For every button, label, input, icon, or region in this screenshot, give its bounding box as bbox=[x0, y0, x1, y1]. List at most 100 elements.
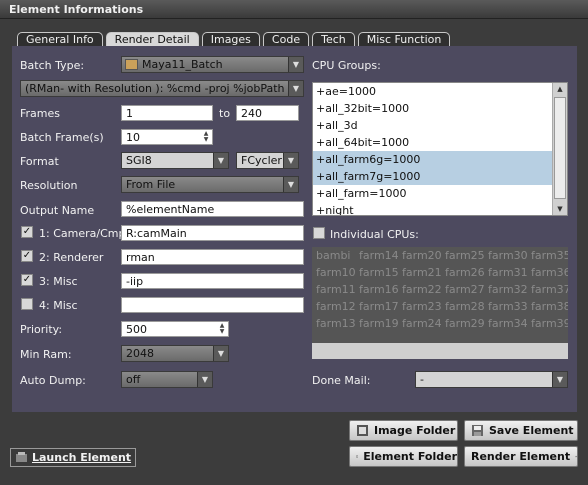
render-element-button[interactable]: Render Element bbox=[464, 446, 578, 467]
spin-arrows-icon[interactable]: ▲ ▼ bbox=[217, 323, 227, 336]
cpu-item[interactable]: farm22 bbox=[400, 283, 443, 300]
cpu-item[interactable]: farm29 bbox=[443, 317, 486, 334]
cpu-item[interactable]: farm27 bbox=[443, 283, 486, 300]
tab-images[interactable]: Images bbox=[201, 32, 260, 46]
tab-render-detail[interactable]: Render Detail bbox=[105, 32, 199, 46]
cpu-item[interactable]: farm35 bbox=[529, 249, 568, 266]
dropdown-arrow-icon: ▼ bbox=[288, 57, 303, 72]
resolution-select[interactable]: From File ▼ bbox=[121, 176, 299, 193]
cpu-groups-scrollbar[interactable]: ▲ ▼ bbox=[552, 83, 567, 215]
list-item[interactable]: +all_32bit=1000 bbox=[313, 100, 567, 117]
batch-type-label: Batch Type: bbox=[20, 59, 85, 72]
resolution-value: From File bbox=[126, 178, 176, 191]
misc4-input[interactable] bbox=[121, 297, 304, 313]
cpu-item[interactable]: farm30 bbox=[486, 249, 529, 266]
cpu-item[interactable]: farm11 bbox=[314, 283, 357, 300]
cpu-item[interactable]: farm33 bbox=[486, 300, 529, 317]
cpu-item[interactable]: farm32 bbox=[486, 283, 529, 300]
save-element-button[interactable]: Save Element bbox=[464, 420, 578, 441]
cpu-item[interactable]: farm21 bbox=[400, 266, 443, 283]
cpu-item[interactable]: farm19 bbox=[357, 317, 400, 334]
scroll-down-icon[interactable]: ▼ bbox=[553, 203, 567, 215]
cpu-item[interactable]: farm36 bbox=[529, 266, 568, 283]
cpu-item[interactable]: farm17 bbox=[357, 300, 400, 317]
tab-misc-function[interactable]: Misc Function bbox=[357, 32, 451, 46]
renderer-label: 2: Renderer bbox=[39, 251, 104, 264]
save-icon bbox=[472, 425, 483, 436]
misc3-input[interactable]: -iip bbox=[121, 273, 304, 289]
cpu-item[interactable]: farm13 bbox=[314, 317, 357, 334]
individual-cpus-checkbox[interactable] bbox=[313, 227, 325, 239]
cpu-item[interactable]: farm14 bbox=[357, 249, 400, 266]
renderer-input[interactable]: rman bbox=[121, 249, 304, 265]
cpu-item[interactable]: farm20 bbox=[400, 249, 443, 266]
cpu-item[interactable]: farm24 bbox=[400, 317, 443, 334]
tab-tech[interactable]: Tech bbox=[312, 32, 355, 46]
scroll-up-icon[interactable]: ▲ bbox=[553, 83, 567, 95]
dropdown-arrow-icon: ▼ bbox=[213, 153, 228, 168]
image-folder-button[interactable]: Image Folder bbox=[349, 420, 458, 441]
camera-input[interactable]: R:camMain bbox=[121, 225, 304, 241]
cpu-item[interactable]: farm23 bbox=[400, 300, 443, 317]
cpu-item[interactable]: farm16 bbox=[357, 283, 400, 300]
cpu-item[interactable]: farm28 bbox=[443, 300, 486, 317]
element-folder-button[interactable]: Element Folder bbox=[349, 446, 458, 467]
cpu-item[interactable]: farm37 bbox=[529, 283, 568, 300]
frames-start-input[interactable]: 1 bbox=[121, 105, 213, 121]
list-item[interactable]: +night bbox=[313, 202, 567, 215]
render-icon bbox=[575, 455, 577, 458]
scroll-thumb[interactable] bbox=[554, 97, 566, 199]
dropdown-arrow-icon: ▼ bbox=[552, 372, 567, 387]
launch-element-button[interactable]: Launch Element bbox=[10, 448, 137, 467]
cpu-item[interactable]: bambi bbox=[314, 249, 357, 266]
priority-stepper[interactable]: 500 ▲ ▼ bbox=[121, 321, 229, 337]
list-item[interactable]: +all_farm=1000 bbox=[313, 185, 567, 202]
command-select[interactable]: (RMan- with Resolution ): %cmd -proj %jo… bbox=[20, 80, 304, 97]
tab-bar: General Info Render Detail Images Code T… bbox=[17, 32, 451, 46]
batch-frames-stepper[interactable]: 10 ▲ ▼ bbox=[121, 129, 213, 145]
cpu-grid-scrollbar[interactable] bbox=[312, 343, 568, 359]
save-element-label: Save Element bbox=[489, 424, 574, 437]
list-item[interactable]: +all_farm6g=1000 bbox=[313, 151, 567, 168]
dropdown-arrow-icon: ▼ bbox=[288, 81, 303, 96]
tab-code[interactable]: Code bbox=[262, 32, 310, 46]
format-cycler-select[interactable]: FCycler ▼ bbox=[236, 152, 299, 169]
dropdown-arrow-icon: ▼ bbox=[283, 177, 298, 192]
cpu-item[interactable]: farm10 bbox=[314, 266, 357, 283]
format-select[interactable]: SGI8 ▼ bbox=[121, 152, 229, 169]
cpu-item[interactable]: farm26 bbox=[443, 266, 486, 283]
camera-checkbox[interactable]: ✓ bbox=[21, 226, 33, 238]
cpu-groups-list[interactable]: +ae=1000 +all_32bit=1000 +all_3d +all_64… bbox=[312, 82, 568, 216]
render-element-label: Render Element bbox=[471, 450, 571, 463]
renderer-checkbox[interactable]: ✓ bbox=[21, 250, 33, 262]
cpu-item[interactable]: farm15 bbox=[357, 266, 400, 283]
cpu-item[interactable]: farm25 bbox=[443, 249, 486, 266]
cpu-item[interactable]: farm34 bbox=[486, 317, 529, 334]
maya-icon bbox=[125, 59, 138, 70]
misc3-checkbox[interactable]: ✓ bbox=[21, 274, 33, 286]
batch-type-select[interactable]: Maya11_Batch ▼ bbox=[121, 56, 304, 73]
min-ram-select[interactable]: 2048 ▼ bbox=[121, 345, 229, 362]
tab-general-info[interactable]: General Info bbox=[17, 32, 103, 46]
spin-arrows-icon[interactable]: ▲ ▼ bbox=[201, 131, 211, 144]
dropdown-arrow-icon: ▼ bbox=[213, 346, 228, 361]
image-folder-label: Image Folder bbox=[374, 424, 456, 437]
list-item[interactable]: +all_64bit=1000 bbox=[313, 134, 567, 151]
cpu-item[interactable]: farm38 bbox=[529, 300, 568, 317]
format-label: Format bbox=[20, 155, 59, 168]
cpu-item[interactable]: farm31 bbox=[486, 266, 529, 283]
misc4-checkbox[interactable] bbox=[21, 298, 33, 310]
camera-label: 1: Camera/Cmp bbox=[39, 227, 126, 240]
frames-end-input[interactable]: 240 bbox=[236, 105, 299, 121]
auto-dump-select[interactable]: off ▼ bbox=[121, 371, 213, 388]
cpu-item[interactable]: farm39 bbox=[529, 317, 568, 334]
list-item[interactable]: +all_farm7g=1000 bbox=[313, 168, 567, 185]
output-name-input[interactable]: %elementName bbox=[121, 201, 304, 217]
list-item[interactable]: +ae=1000 bbox=[313, 83, 567, 100]
folder-icon bbox=[356, 455, 359, 458]
frames-to-label: to bbox=[219, 107, 231, 120]
done-mail-select[interactable]: - ▼ bbox=[415, 371, 568, 388]
batch-type-value: Maya11_Batch bbox=[142, 58, 223, 71]
cpu-item[interactable]: farm12 bbox=[314, 300, 357, 317]
list-item[interactable]: +all_3d bbox=[313, 117, 567, 134]
